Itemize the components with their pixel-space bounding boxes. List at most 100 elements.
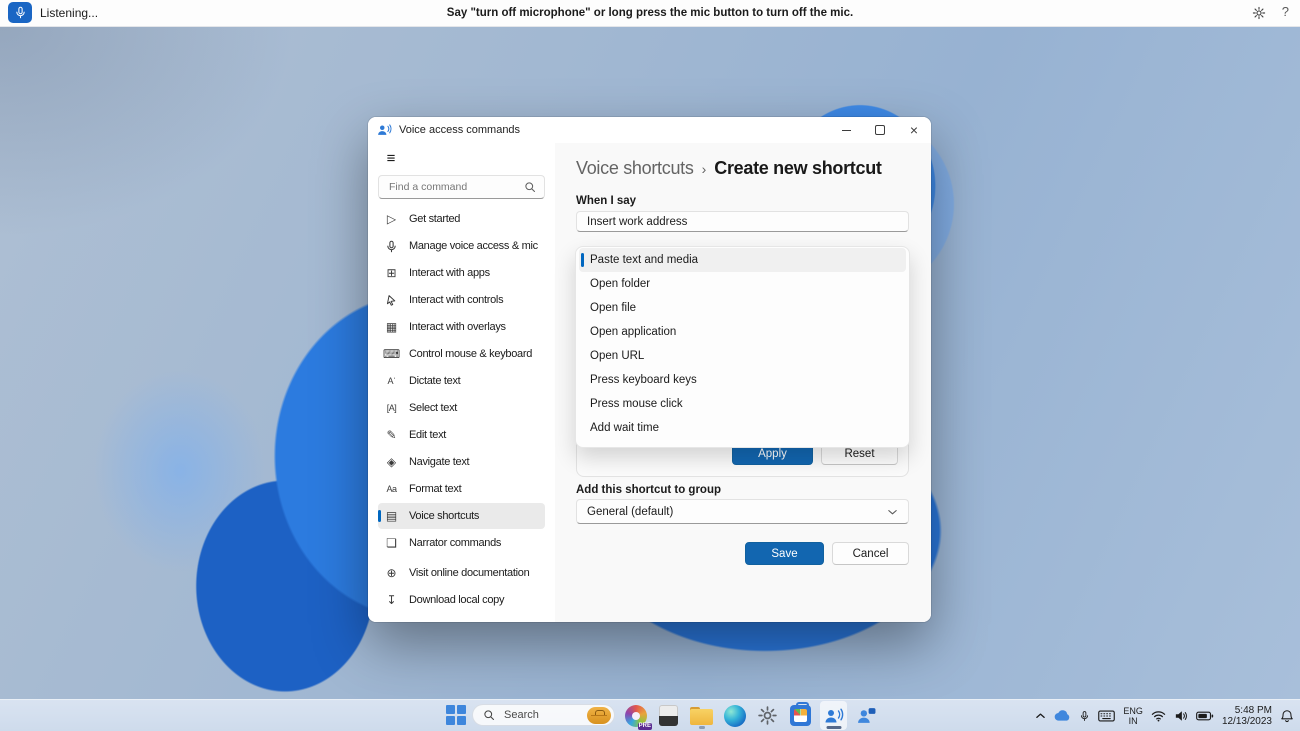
group-select[interactable]: General (default) [576, 499, 909, 524]
select-text-icon: [A] [386, 403, 397, 413]
wifi-icon[interactable] [1151, 710, 1166, 722]
notification-bell-icon[interactable] [1280, 709, 1294, 723]
minimize-button[interactable] [829, 117, 863, 143]
menu-item-paste-text-and-media[interactable]: Paste text and media [579, 248, 906, 272]
voice-shortcuts-icon: ▤ [385, 509, 398, 523]
sidebar-item-narrator-commands[interactable]: ❏ Narrator commands [378, 530, 545, 556]
edge-browser-icon [723, 704, 746, 727]
taskbar-app-store[interactable] [787, 701, 814, 730]
search-icon [483, 709, 495, 721]
tray-time: 5:48 PM [1234, 704, 1272, 716]
system-tray: ENG IN 5:48 PM 12/13/2023 [1035, 700, 1294, 731]
sidebar-item-select-text[interactable]: [A] Select text [378, 395, 545, 421]
find-command-searchbox[interactable] [378, 175, 545, 199]
menu-item-press-mouse-click[interactable]: Press mouse click [579, 392, 906, 416]
sidebar-footer: ⊕ Visit online documentation ↧ Download … [378, 559, 545, 616]
show-hidden-icons-chevron[interactable] [1035, 712, 1046, 720]
voice-access-commands-window: Voice access commands × ≡ ▷ Get started [368, 117, 931, 622]
when-i-say-input[interactable] [576, 211, 909, 232]
sidebar-item-manage-voice-access[interactable]: Manage voice access & mic [378, 233, 545, 259]
overlays-grid-icon: ▦ [385, 320, 398, 334]
windows-logo-icon [446, 705, 455, 714]
chevron-right-icon: › [701, 161, 707, 177]
voice-settings-button[interactable] [1252, 6, 1266, 20]
sidebar-item-edit-text[interactable]: ✎ Edit text [378, 422, 545, 448]
taskbar-clock[interactable]: 5:48 PM 12/13/2023 [1222, 705, 1272, 727]
notepad-icon [659, 705, 678, 726]
voice-help-button[interactable]: ? [1282, 4, 1289, 19]
sidebar-item-navigate-text[interactable]: ◈ Navigate text [378, 449, 545, 475]
globe-icon: ⊕ [386, 566, 397, 580]
settings-gear-icon [757, 705, 778, 726]
mouse-keyboard-icon: ⌨ [382, 347, 401, 361]
menu-item-open-application[interactable]: Open application [579, 320, 906, 344]
start-button[interactable] [446, 705, 467, 726]
battery-icon[interactable] [1196, 711, 1214, 721]
close-icon: × [909, 122, 919, 138]
sidebar-item-interact-with-apps[interactable]: ⊞ Interact with apps [378, 260, 545, 286]
menu-item-add-wait-time[interactable]: Add wait time [579, 416, 906, 440]
menu-item-open-file[interactable]: Open file [579, 296, 906, 320]
sidebar-item-online-documentation[interactable]: ⊕ Visit online documentation [378, 560, 545, 586]
taskbar-app-edge[interactable] [721, 701, 748, 730]
sidebar-item-get-started[interactable]: ▷ Get started [378, 206, 545, 232]
sidebar-item-interact-with-controls[interactable]: Interact with controls [378, 287, 545, 313]
find-command-input[interactable] [387, 180, 524, 194]
chevron-down-icon [887, 508, 898, 516]
mic-icon [383, 240, 400, 253]
save-button[interactable]: Save [745, 542, 824, 565]
sidebar-item-voice-shortcuts[interactable]: ▤ Voice shortcuts [378, 503, 545, 529]
taskbar-app-people-chat[interactable] [853, 701, 880, 730]
microsoft-store-icon [790, 702, 811, 726]
format-text-icon: Aa [386, 484, 397, 494]
touch-keyboard-icon[interactable] [1098, 710, 1115, 722]
taskbar: PRE ENG IN [0, 699, 1300, 731]
paint-preview-badge: PRE [637, 723, 652, 730]
tray-date: 12/13/2023 [1221, 715, 1272, 727]
active-window-indicator [826, 726, 841, 729]
taskbar-app-file-explorer[interactable] [688, 701, 715, 730]
taskbar-app-voice-access[interactable] [820, 701, 847, 730]
download-icon: ↧ [386, 593, 397, 607]
sidebar-item-interact-with-overlays[interactable]: ▦ Interact with overlays [378, 314, 545, 340]
taskbar-app-notepad[interactable] [655, 701, 682, 730]
taskbar-search-input[interactable] [502, 708, 576, 722]
tray-microphone-icon[interactable] [1079, 710, 1090, 722]
voice-access-icon [824, 708, 844, 724]
menu-item-open-url[interactable]: Open URL [579, 344, 906, 368]
sidebar-item-control-mouse-keyboard[interactable]: ⌨ Control mouse & keyboard [378, 341, 545, 367]
sidebar-item-dictate-text[interactable]: Aˈ Dictate text [378, 368, 545, 394]
close-button[interactable]: × [897, 117, 931, 143]
navigate-text-icon: ◈ [386, 455, 397, 469]
taskbar-search[interactable] [472, 704, 615, 726]
onedrive-cloud-icon[interactable] [1054, 710, 1071, 722]
navigation-menu-button[interactable]: ≡ [378, 147, 404, 169]
breadcrumb: Voice shortcuts › Create new shortcut [576, 158, 909, 179]
add-to-group-label: Add this shortcut to group [576, 484, 722, 496]
taskbar-app-settings[interactable] [754, 701, 781, 730]
sidebar-item-download-local-copy[interactable]: ↧ Download local copy [378, 587, 545, 613]
main-content: Voice shortcuts › Create new shortcut Wh… [555, 143, 931, 622]
breadcrumb-voice-shortcuts[interactable]: Voice shortcuts [576, 158, 694, 179]
play-icon: ▷ [386, 212, 397, 226]
action-dropdown-menu: Paste text and media Open folder Open fi… [575, 246, 910, 448]
taskbar-app-paint[interactable]: PRE [622, 701, 652, 730]
running-indicator [698, 726, 705, 729]
menu-item-open-folder[interactable]: Open folder [579, 272, 906, 296]
maximize-button[interactable] [863, 117, 897, 143]
voice-hint-message: Say "turn off microphone" or long press … [446, 7, 854, 19]
window-titlebar[interactable]: Voice access commands × [368, 117, 931, 143]
cancel-button[interactable]: Cancel [832, 542, 909, 565]
language-indicator[interactable]: ENG IN [1123, 706, 1143, 726]
page-title: Create new shortcut [714, 158, 882, 178]
dictate-text-icon: Aˈ [387, 376, 397, 386]
listening-status: Listening... [40, 6, 99, 20]
group-select-value: General (default) [587, 505, 674, 518]
speaker-icon[interactable] [1174, 710, 1188, 722]
window-title: Voice access commands [399, 124, 521, 136]
microphone-button[interactable] [8, 2, 32, 23]
sidebar-nav: ▷ Get started Manage voice access & mic … [378, 205, 545, 557]
command-sidebar: ≡ ▷ Get started Manage voice access & mi… [368, 143, 555, 622]
sidebar-item-format-text[interactable]: Aa Format text [378, 476, 545, 502]
menu-item-press-keyboard-keys[interactable]: Press keyboard keys [579, 368, 906, 392]
